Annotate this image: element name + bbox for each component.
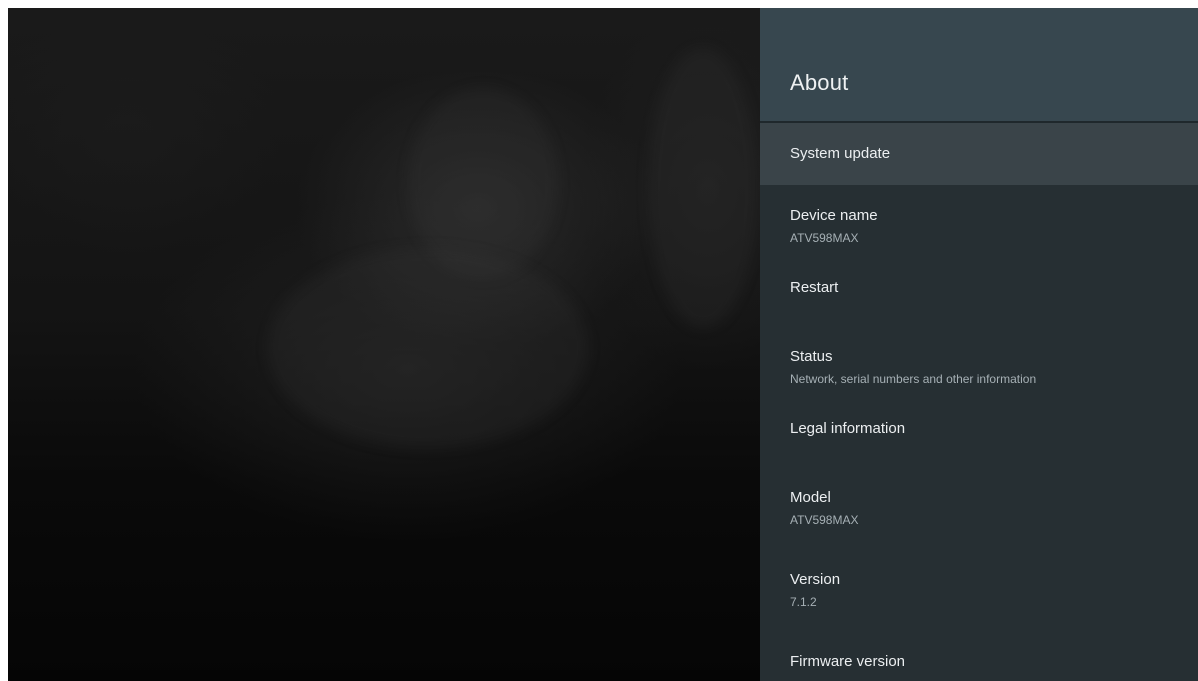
menu-item-title: Model (790, 489, 831, 506)
menu-item-firmware-version[interactable]: Firmware version (760, 631, 1198, 681)
menu-item-device-name[interactable]: Device name ATV598MAX (760, 185, 1198, 267)
menu-item-title: Version (790, 571, 841, 588)
about-menu: System update Device name ATV598MAX Rest… (760, 123, 1198, 681)
menu-item-subtitle: Network, serial numbers and other inform… (790, 372, 1037, 386)
menu-item-subtitle: ATV598MAX (790, 231, 859, 245)
menu-item-subtitle: 7.1.2 (790, 595, 817, 609)
page-title: About (790, 70, 849, 95)
menu-item-model[interactable]: Model ATV598MAX (760, 467, 1198, 549)
menu-item-title: System update (790, 145, 891, 162)
tv-screen: About System update Device name ATV598MA… (8, 8, 1198, 681)
menu-item-subtitle: ATV598MAX (790, 513, 859, 527)
menu-item-title: Firmware version (790, 653, 906, 670)
menu-item-title: Legal information (790, 420, 906, 437)
menu-item-legal-information[interactable]: Legal information (760, 408, 1198, 467)
menu-item-restart[interactable]: Restart (760, 267, 1198, 326)
panel-header: About (760, 8, 1198, 123)
menu-item-status[interactable]: Status Network, serial numbers and other… (760, 326, 1198, 408)
settings-panel: About System update Device name ATV598MA… (760, 8, 1198, 681)
menu-item-title: Restart (790, 279, 839, 296)
menu-item-title: Status (790, 348, 833, 365)
menu-item-title: Device name (790, 207, 878, 224)
menu-item-version[interactable]: Version 7.1.2 (760, 549, 1198, 631)
background-image (8, 8, 760, 681)
menu-item-system-update[interactable]: System update (760, 123, 1198, 185)
